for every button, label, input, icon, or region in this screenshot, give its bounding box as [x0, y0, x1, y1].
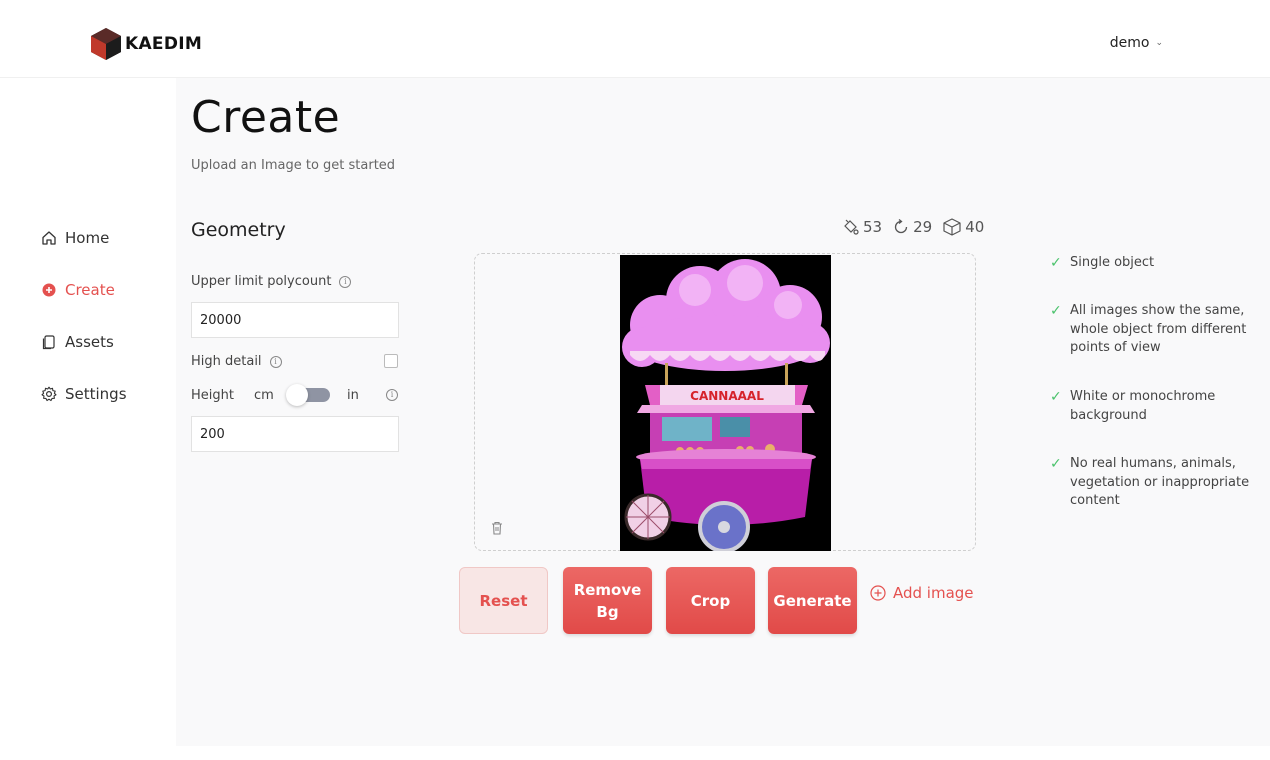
credit-stats: 53 29 40 — [842, 218, 984, 236]
sidebar-item-create[interactable]: Create — [41, 281, 115, 299]
paint-bucket-icon — [844, 219, 859, 235]
cube-icon — [943, 218, 961, 236]
height-info: i — [386, 389, 398, 401]
stat-models: 40 — [942, 218, 984, 236]
reset-button[interactable]: Reset — [459, 567, 548, 634]
unit-cm-label: cm — [254, 388, 274, 403]
image-dropzone[interactable]: CANNAAAL — [474, 253, 976, 551]
sidebar-item-label: Settings — [65, 385, 127, 403]
home-icon — [41, 230, 57, 246]
gear-icon — [41, 386, 57, 402]
checklist-item: ✓ No real humans, animals, vegetation or… — [1050, 455, 1260, 511]
stat-left: 53 — [842, 218, 882, 236]
add-image-button[interactable]: Add image — [870, 584, 974, 602]
page-title: Create — [191, 92, 341, 143]
top-bar: KAEDIM demo ⌄ — [0, 0, 1270, 78]
generate-button[interactable]: Generate — [768, 567, 857, 634]
checklist-item: ✓ All images show the same, whole object… — [1050, 302, 1260, 358]
user-menu[interactable]: demo ⌄ — [1110, 35, 1163, 51]
check-icon: ✓ — [1050, 255, 1062, 271]
polycount-input[interactable] — [191, 302, 399, 338]
stat-refresh: 29 — [892, 218, 932, 236]
cart-sign-text: CANNAAAL — [690, 389, 764, 403]
check-icon: ✓ — [1050, 456, 1062, 472]
uploaded-image-preview: CANNAAAL — [620, 255, 831, 551]
remove-bg-button[interactable]: Remove Bg — [563, 567, 652, 634]
unit-toggle[interactable] — [286, 384, 330, 406]
chevron-down-icon: ⌄ — [1155, 38, 1163, 48]
toggle-knob — [286, 384, 308, 406]
crop-button[interactable]: Crop — [666, 567, 755, 634]
check-icon: ✓ — [1050, 303, 1062, 319]
trash-icon[interactable] — [489, 520, 505, 540]
sidebar-item-label: Assets — [65, 333, 114, 351]
polycount-label: Upper limit polycount i — [191, 274, 352, 289]
food-cart-image: CANNAAAL — [620, 255, 831, 551]
kaedim-logo-icon — [91, 28, 121, 60]
height-label: Height — [191, 388, 234, 403]
section-title: Geometry — [191, 219, 286, 241]
refresh-icon — [894, 218, 908, 234]
sidebar-item-label: Create — [65, 281, 115, 299]
height-input[interactable] — [191, 416, 399, 452]
brand-name: KAEDIM — [125, 34, 203, 54]
sidebar: Home Create Assets Settings — [0, 78, 176, 760]
info-icon[interactable]: i — [269, 355, 282, 368]
plus-circle-outline-icon — [870, 585, 886, 601]
unit-in-label: in — [347, 388, 359, 403]
checklist-item: ✓ White or monochrome background — [1050, 388, 1260, 425]
logo[interactable]: KAEDIM — [90, 27, 202, 61]
high-detail-label: High detail i — [191, 354, 282, 369]
page-subtitle: Upload an Image to get started — [191, 158, 396, 173]
sidebar-item-assets[interactable]: Assets — [41, 333, 114, 351]
copy-icon — [41, 334, 57, 350]
sidebar-item-label: Home — [65, 229, 110, 247]
sidebar-item-settings[interactable]: Settings — [41, 385, 127, 403]
sidebar-item-home[interactable]: Home — [41, 229, 109, 247]
info-icon[interactable]: i — [386, 389, 398, 401]
main-content: Create Upload an Image to get started Ge… — [176, 78, 1270, 746]
high-detail-checkbox[interactable] — [384, 354, 398, 368]
check-icon: ✓ — [1050, 389, 1062, 405]
checklist-item: ✓ Single object — [1050, 255, 1155, 271]
info-icon[interactable]: i — [339, 275, 352, 288]
user-name: demo — [1109, 35, 1150, 51]
plus-circle-icon — [41, 282, 57, 298]
